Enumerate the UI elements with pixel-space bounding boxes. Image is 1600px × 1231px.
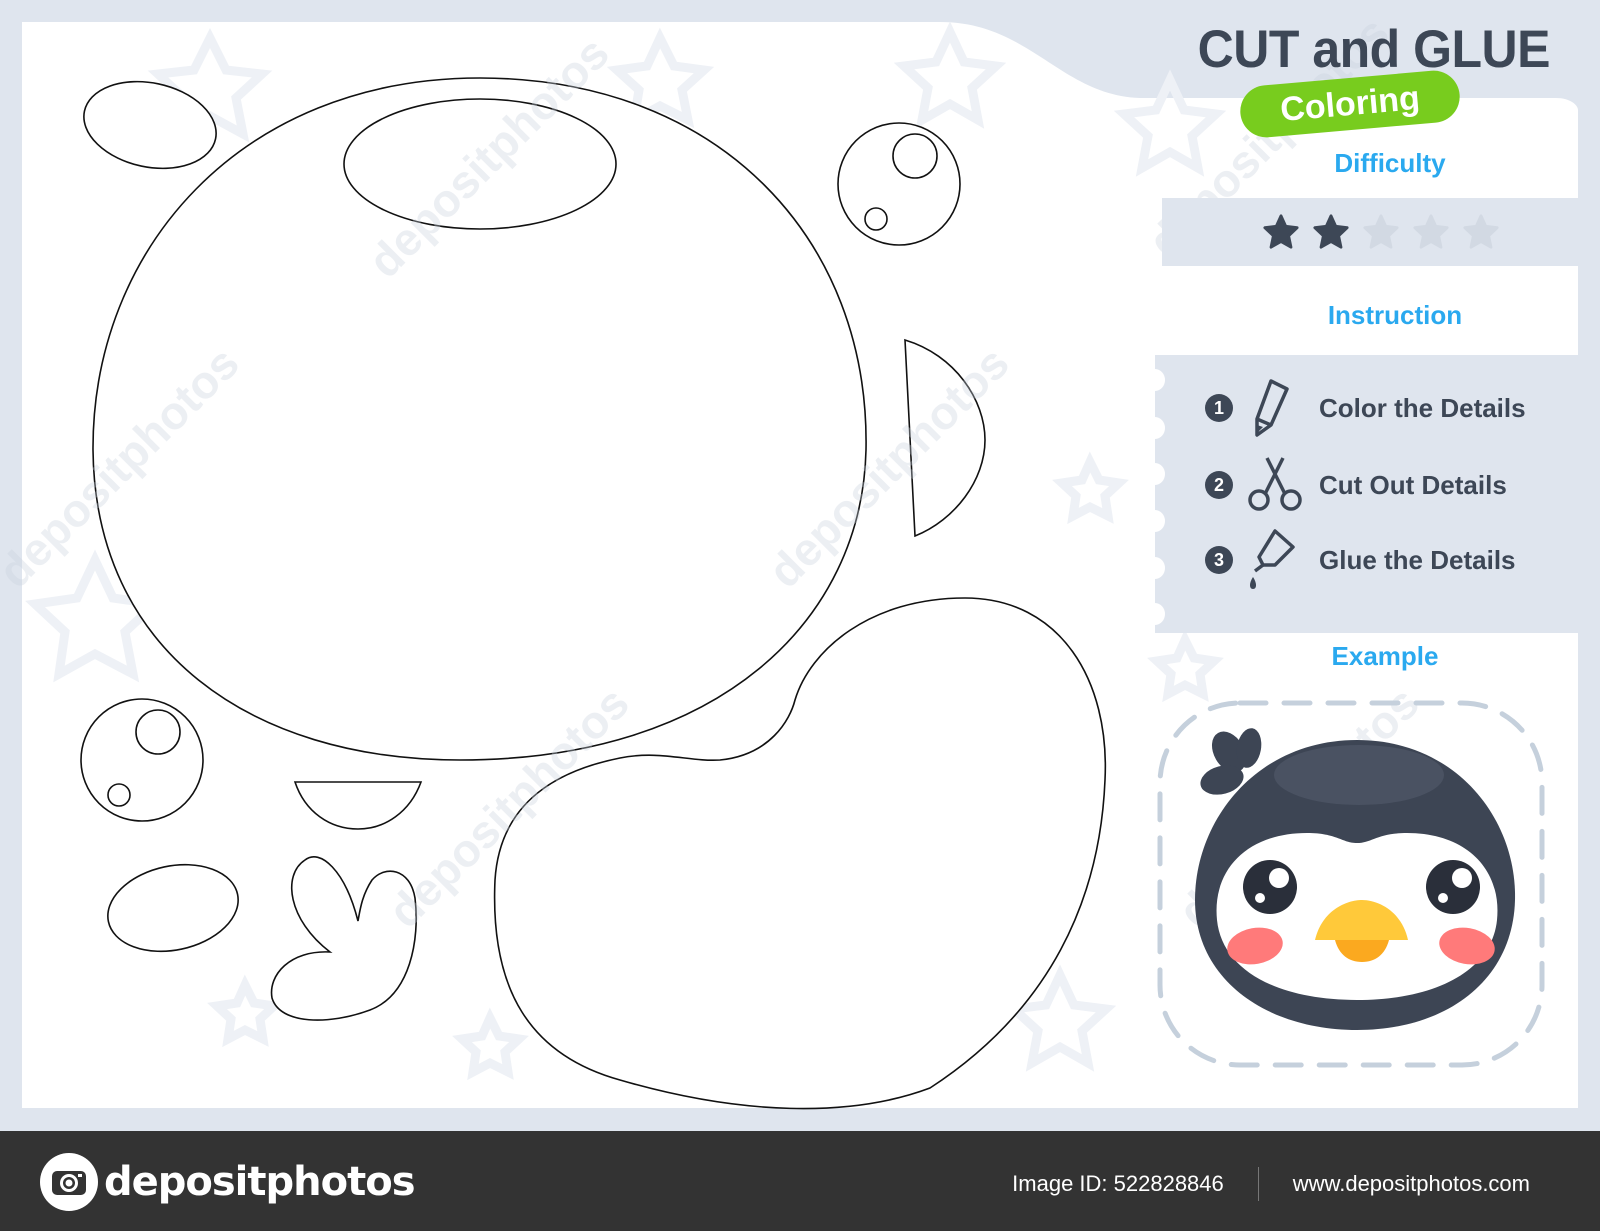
step-label: Glue the Details [1319, 544, 1516, 575]
step-number: 3 [1205, 546, 1233, 574]
penguin-eye-right [1426, 860, 1480, 914]
step-label: Color the Details [1319, 392, 1526, 423]
panel-notch [1145, 417, 1165, 439]
star-filled-icon [1313, 214, 1349, 249]
step-cut: 2 Cut Out Details [1205, 452, 1507, 518]
panel-notch [1145, 510, 1165, 532]
instruction-label: Instruction [1327, 300, 1463, 330]
piece-crest-tuft[interactable] [270, 856, 417, 1021]
piece-cheek[interactable] [100, 853, 247, 963]
star-decor [1052, 451, 1129, 525]
pencil-icon [1255, 379, 1289, 437]
brand-name: depositphotos [104, 1159, 416, 1205]
eye-right-highlight-small [864, 207, 888, 231]
panel-notch [1145, 603, 1165, 625]
site-url[interactable]: www.depositphotos.com [1293, 1171, 1530, 1197]
eye-left-highlight-large [135, 709, 181, 755]
star-empty-icon [1463, 214, 1499, 249]
eye-left-highlight-small [107, 783, 131, 807]
difficulty-rating [1162, 198, 1578, 266]
footer-divider [1257, 1167, 1259, 1201]
camera-icon [40, 1153, 98, 1211]
panel-notch [1145, 369, 1165, 391]
penguin-head-highlight [1274, 745, 1444, 805]
footer-info: Image ID: 522828846 www.depositphotos.co… [1012, 1167, 1530, 1201]
image-id: Image ID: 522828846 [1012, 1171, 1224, 1196]
instruction-panel: 1 Color the Details 2 Cut Out Details 3 [1145, 355, 1578, 633]
star-empty-icon [1363, 214, 1399, 249]
star-decor [1113, 69, 1227, 177]
step-color: 1 Color the Details [1205, 375, 1526, 441]
example-label: Example [1331, 641, 1439, 671]
eye-right-highlight-large [892, 133, 938, 179]
glue-icon [1250, 529, 1295, 589]
step-number: 2 [1205, 471, 1233, 499]
badge-label: Coloring [1278, 78, 1422, 129]
panel-notch [1145, 557, 1165, 579]
step-number: 1 [1205, 394, 1233, 422]
star-decor [207, 974, 284, 1048]
penguin-eye-right-shine [1452, 868, 1472, 888]
star-filled-icon [1263, 214, 1299, 249]
star-decor [452, 1007, 529, 1081]
penguin-eye-right-shine-small [1438, 893, 1448, 903]
scissors-icon [1248, 457, 1302, 511]
example-penguin [1157, 700, 1545, 1068]
piece-crest-leaf[interactable] [76, 70, 225, 180]
piece-head-highlight[interactable] [343, 98, 617, 230]
brand-logo[interactable]: depositphotos [40, 1153, 416, 1211]
star-empty-icon [1413, 214, 1449, 249]
panel-notch [1145, 463, 1165, 485]
penguin-eye-left [1243, 860, 1297, 914]
star-decor [893, 21, 1007, 129]
step-glue: 3 Glue the Details [1205, 527, 1516, 593]
piece-beak-upper[interactable] [904, 338, 986, 538]
difficulty-label: Difficulty [1334, 148, 1446, 178]
penguin-eye-left-shine-small [1255, 893, 1265, 903]
page-title: CUT and GLUE [1197, 19, 1551, 79]
star-decor [1147, 629, 1224, 703]
footer-bar: depositphotos Image ID: 522828846 www.de… [0, 1131, 1600, 1231]
step-label: Cut Out Details [1319, 469, 1507, 500]
piece-beak-lower[interactable] [293, 781, 423, 830]
penguin-eye-left-shine [1269, 868, 1289, 888]
